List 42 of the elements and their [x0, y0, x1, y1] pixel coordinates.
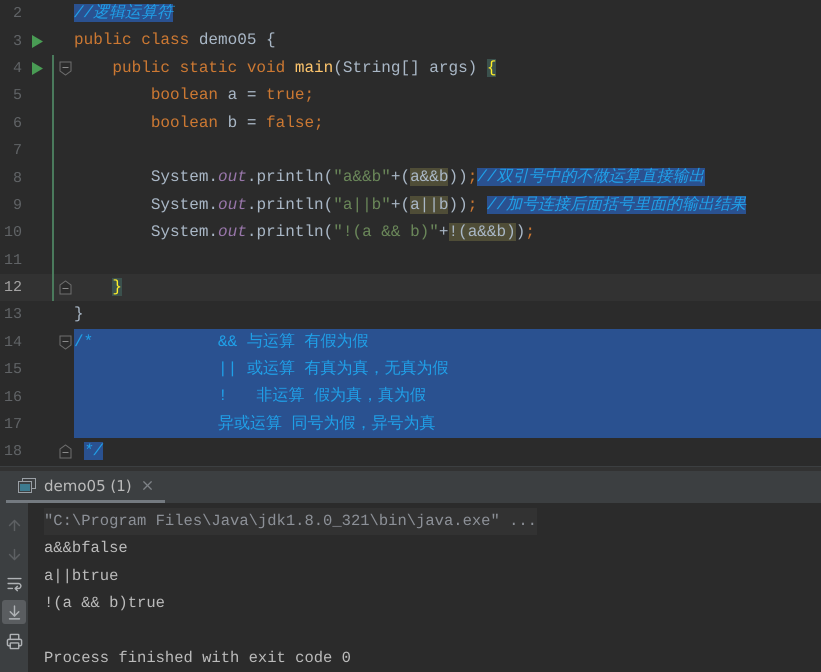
line-number: 13: [2, 306, 22, 324]
line-number: 7: [12, 142, 22, 160]
line-number: 10: [2, 224, 22, 242]
code-comment: || 或运算 有真为真，无真为假: [217, 358, 448, 380]
fold-icon[interactable]: [58, 334, 72, 350]
line-number: 3: [12, 32, 22, 50]
line-number: 8: [12, 170, 22, 187]
fold-icon[interactable]: [58, 60, 72, 76]
line-number: 14: [2, 334, 22, 351]
console-line: !(a && b)true: [44, 593, 165, 614]
console-tab[interactable]: demo05 (1): [6, 471, 165, 503]
code-comment: */: [82, 441, 103, 462]
code-line: boolean a = true;: [150, 85, 314, 106]
code-line: System.out.println("a&&b"+(a&&b));//双引号中的不做运算直接输出: [150, 166, 704, 188]
code-line: public static void main(String[] args) {: [111, 58, 496, 79]
line-number: 17: [2, 416, 22, 434]
console-line: a&&bfalse: [44, 538, 128, 560]
fold-icon[interactable]: [58, 280, 72, 296]
line-number: 16: [2, 388, 22, 406]
run-icon[interactable]: [30, 60, 44, 76]
line-number: 11: [2, 252, 22, 269]
code-comment: /* && 与运算 有假为假: [74, 332, 368, 353]
console-window-icon: [18, 478, 36, 493]
line-number: 4: [12, 60, 22, 77]
line-number: 5: [12, 87, 22, 104]
scroll-to-end-icon[interactable]: [2, 600, 26, 624]
line-number: 18: [2, 443, 22, 460]
line-number: 15: [2, 361, 22, 378]
console-line: a||btrue: [44, 566, 118, 587]
line-number: 2: [12, 5, 22, 22]
code-line: boolean b = false;: [150, 112, 324, 134]
fold-icon[interactable]: [58, 444, 72, 460]
console-line: Process finished with exit code 0: [44, 648, 351, 669]
code-comment: ! 非运算 假为真，真为假: [217, 386, 426, 408]
code-comment: 异或运算 同号为假，异号为真: [217, 414, 436, 435]
code-line: System.out.println("!(a && b)"+!(a&&b));: [150, 222, 535, 244]
line-number: 9: [12, 196, 22, 214]
line-number: 6: [12, 114, 22, 132]
code-line: }: [74, 304, 84, 326]
code-line: public class demo05 {: [74, 30, 276, 52]
line-number: 12: [2, 279, 22, 296]
run-icon[interactable]: [30, 34, 44, 49]
